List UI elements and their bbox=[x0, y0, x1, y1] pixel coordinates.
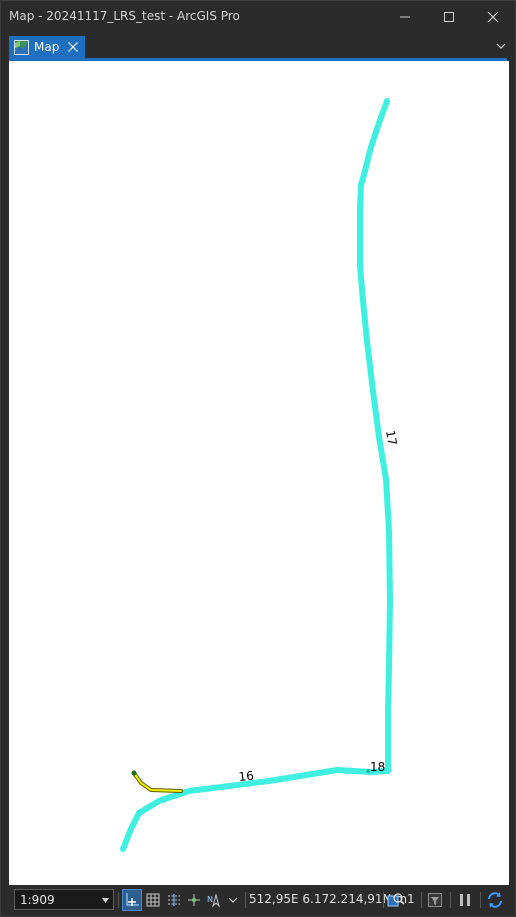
route-label: 18 bbox=[370, 760, 385, 774]
chevron-down-icon bbox=[228, 897, 238, 903]
selection-zoom-icon bbox=[387, 893, 405, 907]
pause-icon bbox=[460, 894, 470, 906]
route-label: 16 bbox=[238, 768, 255, 784]
separator bbox=[450, 892, 451, 908]
arcgis-pro-window: Map - 20241117_LRS_test - ArcGIS Pro Map bbox=[0, 0, 516, 917]
refresh-icon bbox=[488, 892, 502, 908]
north-arrow-toggle[interactable]: N bbox=[204, 889, 224, 911]
route-label: 17 bbox=[383, 429, 399, 446]
scale-value: 1:909 bbox=[20, 893, 55, 907]
close-window-button[interactable] bbox=[471, 1, 515, 32]
toolbar-overflow[interactable] bbox=[223, 889, 243, 911]
close-icon[interactable] bbox=[67, 41, 79, 53]
map-canvas[interactable]: 17 16 18 bbox=[9, 61, 509, 885]
filter-icon bbox=[428, 893, 442, 907]
snapping-icon bbox=[126, 893, 139, 906]
window-title: Map - 20241117_LRS_test - ArcGIS Pro bbox=[9, 9, 240, 23]
separator bbox=[383, 892, 384, 908]
vertex-marker[interactable] bbox=[131, 770, 137, 776]
tab-map[interactable]: Map bbox=[9, 36, 85, 59]
minimize-button[interactable] bbox=[383, 1, 427, 32]
selected-features-button[interactable] bbox=[386, 889, 406, 911]
separator bbox=[245, 892, 246, 908]
svg-text:N: N bbox=[207, 895, 213, 904]
constraints-icon bbox=[168, 894, 180, 906]
north-arrow-icon: N bbox=[207, 893, 220, 908]
grid-icon bbox=[146, 893, 160, 907]
constraints-toggle[interactable] bbox=[164, 889, 184, 911]
chevron-down-icon bbox=[102, 898, 109, 903]
refresh-button[interactable] bbox=[485, 889, 505, 911]
close-icon bbox=[487, 11, 499, 22]
snapping-toggle[interactable] bbox=[122, 889, 142, 911]
scale-selector[interactable]: 1:909 bbox=[14, 889, 114, 910]
map-view[interactable]: 17 16 18 bbox=[9, 61, 509, 885]
selected-count: 1 bbox=[407, 892, 415, 906]
map-icon bbox=[14, 40, 29, 55]
tab-map-label: Map bbox=[34, 40, 60, 54]
title-bar: Map - 20241117_LRS_test - ArcGIS Pro bbox=[1, 1, 515, 32]
crosshair-icon bbox=[188, 894, 200, 906]
chevron-down-icon[interactable] bbox=[495, 40, 507, 52]
separator bbox=[421, 892, 422, 908]
grid-toggle[interactable] bbox=[143, 889, 163, 911]
pause-drawing-button[interactable] bbox=[455, 889, 475, 911]
separator bbox=[118, 892, 119, 908]
separator bbox=[480, 892, 481, 908]
maximize-icon bbox=[444, 11, 454, 22]
minimize-icon bbox=[400, 16, 410, 17]
maximize-button[interactable] bbox=[427, 1, 471, 32]
correction-toggle[interactable] bbox=[184, 889, 204, 911]
status-bar: 1:909 N 512,95E 6.172.214,91N m 1 bbox=[1, 885, 515, 916]
filter-button[interactable] bbox=[425, 889, 445, 911]
route-line[interactable] bbox=[120, 767, 391, 852]
view-tabstrip: Map bbox=[1, 32, 515, 59]
